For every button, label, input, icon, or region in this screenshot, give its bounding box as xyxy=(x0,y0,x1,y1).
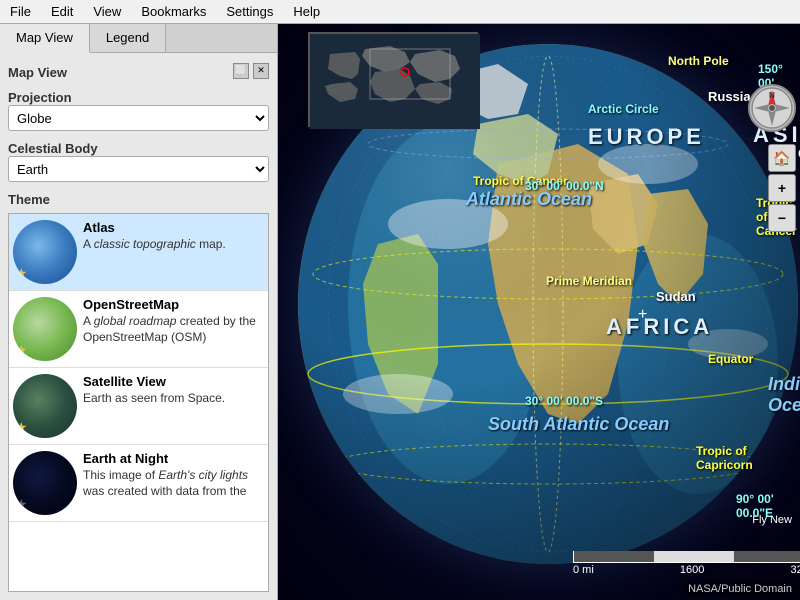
scale-bar: 0 mi 1600 3200 xyxy=(573,551,800,576)
map-area[interactable]: North Pole 150° 00' 00.0" Russia Arctic … xyxy=(278,24,800,600)
theme-osm-name: OpenStreetMap xyxy=(83,297,264,312)
tab-bar: Map View Legend xyxy=(0,24,277,53)
menu-edit[interactable]: Edit xyxy=(45,2,79,21)
mapview-icons: ⬜ ✕ xyxy=(233,63,269,79)
theme-osm-thumb: ★ xyxy=(13,297,77,361)
theme-atlas-desc: A classic topographic map. xyxy=(83,237,264,253)
atlas-star: ★ xyxy=(15,265,28,282)
zoom-out-button[interactable]: − xyxy=(768,204,796,232)
panel-content: Map View ⬜ ✕ Projection Globe Celestial … xyxy=(0,53,277,600)
theme-satellite[interactable]: ★ Satellite View Earth as seen from Spac… xyxy=(9,368,268,445)
menu-help[interactable]: Help xyxy=(287,2,326,21)
theme-night[interactable]: ★ Earth at Night This image of Earth's c… xyxy=(9,445,268,522)
theme-atlas-name: Atlas xyxy=(83,220,264,235)
restore-icon[interactable]: ⬜ xyxy=(233,63,249,79)
theme-night-info: Earth at Night This image of Earth's cit… xyxy=(83,451,264,499)
mini-map xyxy=(308,32,478,127)
scale-label-3200: 3200 xyxy=(791,564,800,576)
scale-seg-2 xyxy=(654,551,734,562)
attribution: NASA/Public Domain xyxy=(684,582,796,596)
theme-osm-desc: A global roadmap created by the OpenStre… xyxy=(83,314,264,345)
menu-settings[interactable]: Settings xyxy=(220,2,279,21)
scale-labels: 0 mi 1600 3200 xyxy=(573,564,800,576)
night-star: ★ xyxy=(15,496,28,513)
projection-section: Projection Globe xyxy=(8,86,269,131)
mapview-header: Map View ⬜ ✕ xyxy=(8,61,269,80)
tab-legend[interactable]: Legend xyxy=(90,24,166,52)
theme-list: ★ Atlas A classic topographic map. ★ Ope… xyxy=(8,213,269,592)
scale-bar-line xyxy=(573,551,800,563)
celestial-body-label: Celestial Body xyxy=(8,141,269,156)
scale-seg-1 xyxy=(574,551,654,562)
celestial-body-section: Celestial Body Earth xyxy=(8,137,269,182)
theme-osm-info: OpenStreetMap A global roadmap created b… xyxy=(83,297,264,345)
projection-label: Projection xyxy=(8,90,269,105)
theme-night-thumb: ★ xyxy=(13,451,77,515)
theme-satellite-desc: Earth as seen from Space. xyxy=(83,391,264,407)
theme-atlas-thumb: ★ xyxy=(13,220,77,284)
theme-night-desc: This image of Earth's city lights was cr… xyxy=(83,468,264,499)
nav-controls: 🏠 + − xyxy=(768,144,796,232)
theme-satellite-thumb: ★ xyxy=(13,374,77,438)
compass-rose: N xyxy=(748,84,796,132)
scale-label-0: 0 mi xyxy=(573,564,594,576)
scale-label-1600: 1600 xyxy=(680,564,704,576)
theme-satellite-info: Satellite View Earth as seen from Space. xyxy=(83,374,264,407)
close-icon[interactable]: ✕ xyxy=(253,63,269,79)
theme-label: Theme xyxy=(8,192,269,207)
left-panel: Map View Legend Map View ⬜ ✕ Projection … xyxy=(0,24,278,600)
satellite-star: ★ xyxy=(15,419,28,436)
projection-select[interactable]: Globe xyxy=(8,105,269,131)
menu-view[interactable]: View xyxy=(87,2,127,21)
menu-bar: File Edit View Bookmarks Settings Help xyxy=(0,0,800,24)
home-button[interactable]: 🏠 xyxy=(768,144,796,172)
theme-night-name: Earth at Night xyxy=(83,451,264,466)
menu-file[interactable]: File xyxy=(4,2,37,21)
svg-text:N: N xyxy=(769,91,775,100)
celestial-body-select[interactable]: Earth xyxy=(8,156,269,182)
main-area: Map View Legend Map View ⬜ ✕ Projection … xyxy=(0,24,800,600)
scale-seg-3 xyxy=(734,551,800,562)
osm-star: ★ xyxy=(15,342,28,359)
theme-atlas[interactable]: ★ Atlas A classic topographic map. xyxy=(9,214,268,291)
mapview-title: Map View xyxy=(8,65,67,80)
tab-map-view[interactable]: Map View xyxy=(0,24,90,53)
mini-map-svg xyxy=(310,34,480,129)
theme-atlas-info: Atlas A classic topographic map. xyxy=(83,220,264,253)
theme-osm[interactable]: ★ OpenStreetMap A global roadmap created… xyxy=(9,291,268,368)
menu-bookmarks[interactable]: Bookmarks xyxy=(135,2,212,21)
zoom-in-button[interactable]: + xyxy=(768,174,796,202)
theme-satellite-name: Satellite View xyxy=(83,374,264,389)
fly-new-label: Fly New xyxy=(752,514,792,526)
